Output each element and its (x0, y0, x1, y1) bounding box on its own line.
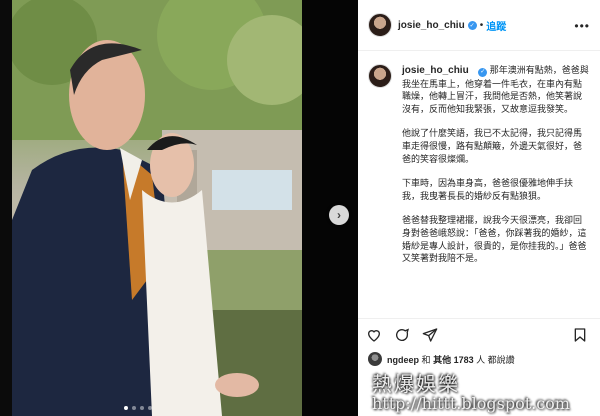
more-options-icon[interactable]: ••• (574, 19, 590, 33)
post-panel: josie_ho_chiu ✓ • 追蹤 ••• josie_ho_chiu ✓… (358, 0, 600, 416)
comment-icon[interactable] (394, 327, 410, 348)
avatar[interactable] (368, 64, 392, 88)
likes-text: ngdeep 和 其他 1783 人 都說讚 (387, 353, 515, 366)
share-icon[interactable] (422, 327, 438, 348)
verified-icon: ✓ (478, 67, 488, 77)
action-bar (358, 318, 600, 349)
post-photo (12, 0, 358, 416)
carousel-dot (140, 406, 144, 410)
next-photo-button[interactable]: › (329, 205, 349, 225)
bookmark-icon[interactable] (572, 327, 588, 348)
carousel-indicator (124, 406, 152, 410)
carousel-dot (124, 406, 128, 410)
likes-summary[interactable]: ngdeep 和 其他 1783 人 都說讚 (368, 352, 515, 366)
post-header: josie_ho_chiu ✓ • 追蹤 ••• (358, 0, 600, 51)
likes-suffix: 人 都說讚 (476, 354, 515, 365)
carousel-dot (148, 406, 152, 410)
caption-paragraph: 下車時，因為車身高，爸爸很優雅地伸手扶我，我曳著長長的婚紗反有點狼狽。 (402, 178, 574, 201)
heart-icon[interactable] (366, 327, 382, 348)
caption-text: josie_ho_chiu ✓ 那年澳洲有點熱，爸爸與我坐在馬車上，他穿着一件毛… (402, 64, 590, 277)
caption: josie_ho_chiu ✓ 那年澳洲有點熱，爸爸與我坐在馬車上，他穿着一件毛… (368, 64, 590, 277)
follow-button[interactable]: 追蹤 (486, 18, 506, 33)
carousel-dot (132, 406, 136, 410)
caption-paragraph: 爸爸替我整理裙擺，說我今天很漂亮，我卻回身對爸爸峨怒說：「爸爸，你踩著我的婚紗，… (402, 215, 587, 264)
liker-avatar (368, 352, 382, 366)
likes-count[interactable]: 1783 (454, 355, 474, 365)
caption-username[interactable]: josie_ho_chiu (402, 65, 469, 76)
liker-username[interactable]: ngdeep (387, 355, 419, 365)
caption-paragraph: 他說了什麼笑語，我已不太記得，我只記得馬車走得很慢，路有點顛簸，外邊天氣很好，爸… (402, 128, 583, 164)
watermark-title: 熱爆娛樂 (372, 372, 460, 396)
likes-others-label[interactable]: 其他 (433, 355, 451, 365)
watermark-url: http://hittt.blogspot.com (372, 394, 570, 413)
post-username[interactable]: josie_ho_chiu (398, 20, 465, 31)
separator: • (479, 19, 484, 31)
avatar[interactable] (368, 13, 392, 37)
left-border (0, 0, 12, 416)
likes-and: 和 (421, 354, 431, 365)
chevron-right-icon: › (337, 208, 341, 222)
verified-icon: ✓ (467, 20, 477, 30)
